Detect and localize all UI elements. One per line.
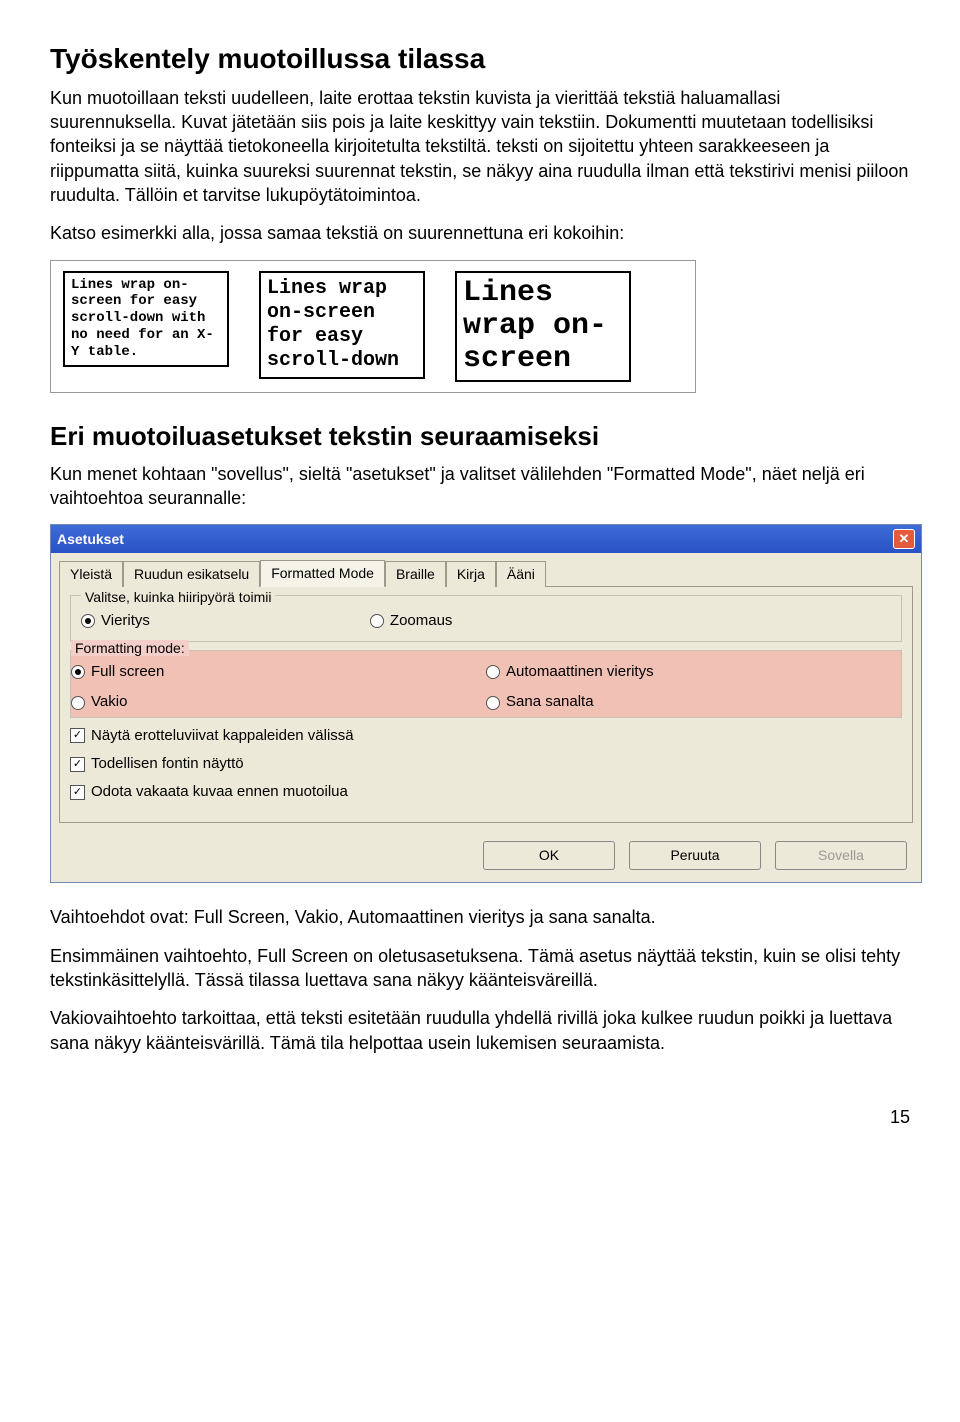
checkbox-icon <box>70 785 85 800</box>
paragraph: Vaihtoehdot ovat: Full Screen, Vakio, Au… <box>50 905 910 929</box>
dialog-button-row: OK Peruuta Sovella <box>51 831 921 882</box>
tab-book[interactable]: Kirja <box>446 561 496 587</box>
checkbox-real-font[interactable]: Todellisen fontin näyttö <box>70 754 902 774</box>
radio-icon <box>71 696 85 710</box>
paragraph: Ensimmäinen vaihtoehto, Full Screen on o… <box>50 944 910 993</box>
example-box-small: Lines wrap on-screen for easy scroll-dow… <box>63 271 229 367</box>
settings-dialog: Asetukset ✕ Yleistä Ruudun esikatselu Fo… <box>50 524 922 883</box>
radio-standard[interactable]: Vakio <box>71 692 486 712</box>
paragraph: Katso esimerkki alla, jossa samaa teksti… <box>50 221 910 245</box>
radio-auto-scroll[interactable]: Automaattinen vieritys <box>486 662 901 682</box>
close-icon[interactable]: ✕ <box>893 529 915 549</box>
checkbox-show-separators[interactable]: Näytä erotteluviivat kappaleiden välissä <box>70 726 902 746</box>
radio-label: Vakio <box>91 692 127 712</box>
page-number: 15 <box>50 1105 910 1129</box>
radio-label: Automaattinen vieritys <box>506 662 654 682</box>
ok-button[interactable]: OK <box>483 841 615 870</box>
tab-braille[interactable]: Braille <box>385 561 446 587</box>
radio-icon <box>486 696 500 710</box>
checkbox-label: Odota vakaata kuvaa ennen muotoilua <box>91 782 348 802</box>
checkbox-label: Todellisen fontin näyttö <box>91 754 244 774</box>
heading-1: Työskentely muotoillussa tilassa <box>50 40 910 78</box>
tab-formatted-mode[interactable]: Formatted Mode <box>260 560 385 587</box>
radio-word-by-word[interactable]: Sana sanalta <box>486 692 901 712</box>
group-label: Formatting mode: <box>71 640 189 656</box>
radio-label: Sana sanalta <box>506 692 594 712</box>
radio-icon <box>370 614 384 628</box>
radio-scroll[interactable]: Vieritys <box>81 611 150 631</box>
group-formatting-mode: Formatting mode: Full screen Automaattin… <box>70 650 902 717</box>
radio-icon <box>81 614 95 628</box>
radio-label: Zoomaus <box>390 611 453 631</box>
checkbox-icon <box>70 757 85 772</box>
tab-sound[interactable]: Ääni <box>496 561 546 587</box>
checkbox-label: Näytä erotteluviivat kappaleiden välissä <box>91 726 354 746</box>
dialog-title: Asetukset <box>57 530 124 549</box>
tab-preview[interactable]: Ruudun esikatselu <box>123 561 260 587</box>
radio-icon <box>71 665 85 679</box>
apply-button[interactable]: Sovella <box>775 841 907 870</box>
group-label: Valitse, kuinka hiiripyörä toimii <box>81 589 275 605</box>
example-figure: Lines wrap on-screen for easy scroll-dow… <box>50 260 696 393</box>
radio-zoom[interactable]: Zoomaus <box>370 611 453 631</box>
paragraph: Kun muotoillaan teksti uudelleen, laite … <box>50 86 910 207</box>
tab-general[interactable]: Yleistä <box>59 561 123 587</box>
dialog-title-bar: Asetukset ✕ <box>51 525 921 553</box>
tab-body: Valitse, kuinka hiiripyörä toimii Vierit… <box>59 586 913 823</box>
radio-label: Full screen <box>91 662 164 682</box>
checkbox-icon <box>70 728 85 743</box>
radio-full-screen[interactable]: Full screen <box>71 662 486 682</box>
paragraph: Kun menet kohtaan "sovellus", sieltä "as… <box>50 462 910 511</box>
group-mousewheel: Valitse, kuinka hiiripyörä toimii Vierit… <box>70 595 902 642</box>
heading-2: Eri muotoiluasetukset tekstin seuraamise… <box>50 419 910 454</box>
tab-strip: Yleistä Ruudun esikatselu Formatted Mode… <box>51 553 921 586</box>
radio-label: Vieritys <box>101 611 150 631</box>
radio-icon <box>486 665 500 679</box>
paragraph: Vakiovaihtoehto tarkoittaa, että teksti … <box>50 1006 910 1055</box>
cancel-button[interactable]: Peruuta <box>629 841 761 870</box>
checkbox-wait-stable[interactable]: Odota vakaata kuvaa ennen muotoilua <box>70 782 902 802</box>
example-box-large: Lines wrap on-screen <box>455 271 631 382</box>
example-box-medium: Lines wrap on-screen for easy scroll-dow… <box>259 271 425 379</box>
